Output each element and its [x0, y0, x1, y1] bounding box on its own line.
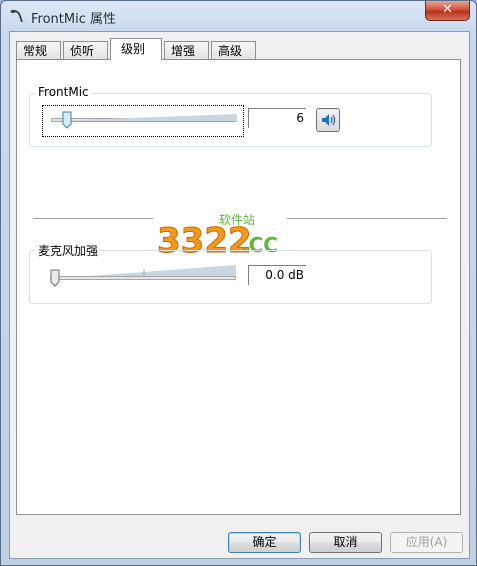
- mic-boost-value: 0.0 dB: [248, 265, 306, 285]
- mic-boost-slider-track: [50, 276, 236, 280]
- frontmic-group-title: FrontMic: [36, 85, 91, 99]
- tab-enhancements[interactable]: 增强: [164, 41, 209, 59]
- frontmic-slider-ramp: [51, 114, 237, 121]
- separator-right: [287, 218, 447, 219]
- speaker-icon: [322, 114, 336, 126]
- close-button[interactable]: ✕: [425, 1, 470, 21]
- levels-panel: FrontMic 6 3322 .CC 软件站 麦克风加强 0.0 dB: [16, 59, 461, 515]
- separator-left: [33, 218, 153, 219]
- tab-levels[interactable]: 级别: [110, 38, 162, 60]
- frontmic-slider-thumb[interactable]: [62, 111, 72, 129]
- tab-listen[interactable]: 侦听: [63, 41, 108, 59]
- tab-advanced[interactable]: 高级: [211, 41, 256, 59]
- frontmic-group: FrontMic 6: [29, 85, 432, 147]
- title-bar[interactable]: FrontMic 属性 ✕: [1, 1, 476, 31]
- mic-boost-group-title: 麦克风加强: [36, 242, 101, 259]
- microphone-icon: [10, 9, 23, 23]
- mic-boost-group: 麦克风加强 0.0 dB: [29, 242, 432, 304]
- cancel-button[interactable]: 取消: [309, 532, 382, 553]
- mic-boost-slider[interactable]: [42, 262, 244, 294]
- apply-button[interactable]: 应用(A): [390, 532, 463, 553]
- frontmic-level-slider[interactable]: [42, 105, 244, 137]
- mute-button[interactable]: [316, 108, 340, 132]
- ok-button[interactable]: 确定: [228, 532, 301, 553]
- window-title: FrontMic 属性: [31, 12, 116, 27]
- dialog-window: FrontMic 属性 ✕ 常规 侦听 级别 增强 高级 FrontMic 6 …: [0, 0, 477, 566]
- tab-general[interactable]: 常规: [16, 41, 61, 59]
- frontmic-level-value[interactable]: 6: [248, 108, 306, 128]
- mic-boost-slider-thumb[interactable]: [50, 269, 60, 287]
- dialog-client: 常规 侦听 级别 增强 高级 FrontMic 6 3322 .CC 软件站 麦…: [9, 31, 470, 559]
- watermark-tagline: 软件站: [219, 213, 255, 227]
